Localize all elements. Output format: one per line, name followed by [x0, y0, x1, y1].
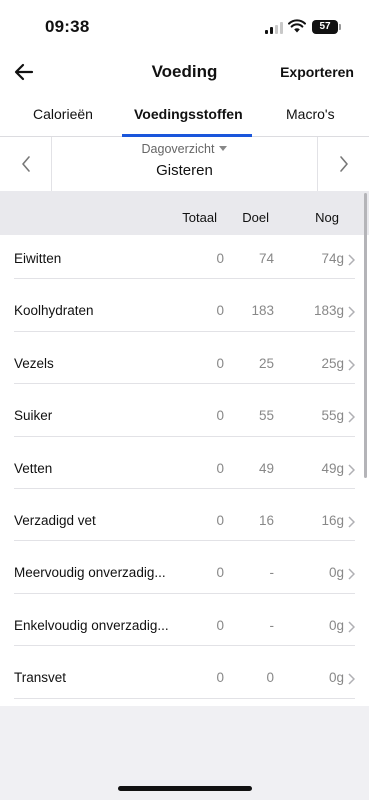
total-value: 0 [216, 460, 224, 476]
navigation-bar: Voeding Exporteren [0, 54, 369, 92]
tab-bar: Calorieën Voedingsstoffen Macro's [0, 92, 369, 137]
chevron-right-icon [348, 621, 355, 633]
tab-calories[interactable]: Calorieën [33, 106, 93, 122]
nutrient-row-transvet[interactable]: Transvet 0 0 0g [0, 654, 369, 706]
total-value: 0 [216, 251, 224, 266]
goal-value: 183 [251, 303, 274, 319]
nutrient-name: Enkelvoudig onverzadig... [14, 617, 169, 633]
total-value: 0 [216, 670, 224, 686]
chevron-right-icon [348, 306, 355, 318]
status-bar: 09:38 57 [0, 0, 369, 54]
remaining-value: 55g [321, 408, 344, 424]
selected-day: Gisteren [156, 162, 213, 179]
nutrient-name: Suiker [14, 408, 53, 424]
row-divider [14, 540, 355, 542]
remaining-value: 183g [313, 303, 344, 319]
nutrient-list: Eiwitten 0 74 74g Koolhydraten 0 183 183… [0, 235, 369, 706]
previous-day-button[interactable] [0, 137, 52, 191]
remaining-value: 74g [321, 251, 344, 266]
day-selector[interactable]: Dagoverzicht Gisteren [52, 137, 317, 191]
nutrient-row-enkelvoudig-onverzadigd[interactable]: Enkelvoudig onverzadig... 0 - 0g [0, 602, 369, 654]
remaining-value: 0g [328, 617, 344, 633]
cellular-signal-icon [265, 22, 283, 34]
total-value: 0 [216, 617, 224, 633]
row-divider [14, 645, 355, 647]
chevron-right-icon [340, 156, 348, 172]
chevron-right-icon [348, 464, 355, 476]
remaining-value: 0g [328, 565, 344, 581]
battery-icon: 57 [312, 20, 341, 34]
nutrient-row-koolhydraten[interactable]: Koolhydraten 0 183 183g [0, 287, 369, 339]
chevron-right-icon [348, 411, 355, 423]
row-divider [14, 592, 355, 594]
goal-value: 74 [258, 251, 274, 266]
home-indicator[interactable] [118, 786, 252, 791]
total-value: 0 [216, 303, 224, 319]
nutrient-name: Verzadigd vet [14, 512, 96, 528]
total-value: 0 [216, 355, 224, 371]
export-button[interactable]: Exporteren [280, 64, 354, 80]
status-time: 09:38 [45, 17, 90, 36]
nutrient-name: Koolhydraten [14, 303, 94, 319]
day-navigator: Dagoverzicht Gisteren [0, 137, 369, 191]
goal-value: - [269, 617, 275, 633]
column-header-remaining: Nog [315, 210, 339, 225]
row-divider [14, 435, 355, 437]
row-divider [14, 697, 355, 699]
column-header-total: Totaal [182, 210, 217, 225]
total-value: 0 [216, 565, 224, 581]
column-header-goal: Doel [242, 210, 269, 225]
scrollbar[interactable] [364, 193, 367, 478]
goal-value: 0 [266, 670, 274, 686]
remaining-value: 16g [321, 512, 344, 528]
tab-nutrients[interactable]: Voedingsstoffen [134, 106, 243, 122]
goal-value: 16 [258, 512, 274, 528]
chevron-right-icon [348, 359, 355, 371]
remaining-value: 0g [328, 670, 344, 686]
nutrient-row-vetten[interactable]: Vetten 0 49 49g [0, 445, 369, 497]
chevron-left-icon [22, 156, 30, 172]
caret-down-icon [219, 146, 228, 151]
day-view-label: Dagoverzicht [52, 142, 317, 156]
chevron-right-icon [348, 673, 355, 685]
row-divider [14, 383, 355, 385]
tab-macros[interactable]: Macro's [286, 106, 335, 122]
remaining-value: 25g [321, 355, 344, 371]
goal-value: - [269, 565, 275, 581]
wifi-icon [288, 19, 306, 33]
nutrient-name: Eiwitten [14, 251, 62, 266]
table-header: Totaal Doel Nog [0, 191, 369, 235]
goal-value: 55 [258, 408, 274, 424]
goal-value: 49 [258, 460, 274, 476]
nutrient-row-eiwitten[interactable]: Eiwitten 0 74 74g [0, 235, 369, 287]
nutrient-name: Meervoudig onverzadig... [14, 565, 166, 581]
chevron-right-icon [348, 516, 355, 528]
next-day-button[interactable] [317, 137, 369, 191]
total-value: 0 [216, 408, 224, 424]
total-value: 0 [216, 512, 224, 528]
nutrient-row-verzadigd-vet[interactable]: Verzadigd vet 0 16 16g [0, 497, 369, 549]
chevron-right-icon [348, 568, 355, 580]
nutrient-name: Vetten [14, 460, 53, 476]
nutrient-row-meervoudig-onverzadigd[interactable]: Meervoudig onverzadig... 0 - 0g [0, 549, 369, 601]
chevron-right-icon [348, 254, 355, 266]
nutrient-row-vezels[interactable]: Vezels 0 25 25g [0, 340, 369, 392]
goal-value: 25 [258, 355, 274, 371]
remaining-value: 49g [321, 460, 344, 476]
row-divider [14, 278, 355, 280]
day-view-text: Dagoverzicht [141, 142, 215, 156]
nutrient-row-suiker[interactable]: Suiker 0 55 55g [0, 392, 369, 444]
nutrient-name: Transvet [14, 670, 67, 686]
nutrient-name: Vezels [14, 355, 54, 371]
row-divider [14, 330, 355, 332]
row-divider [14, 487, 355, 489]
